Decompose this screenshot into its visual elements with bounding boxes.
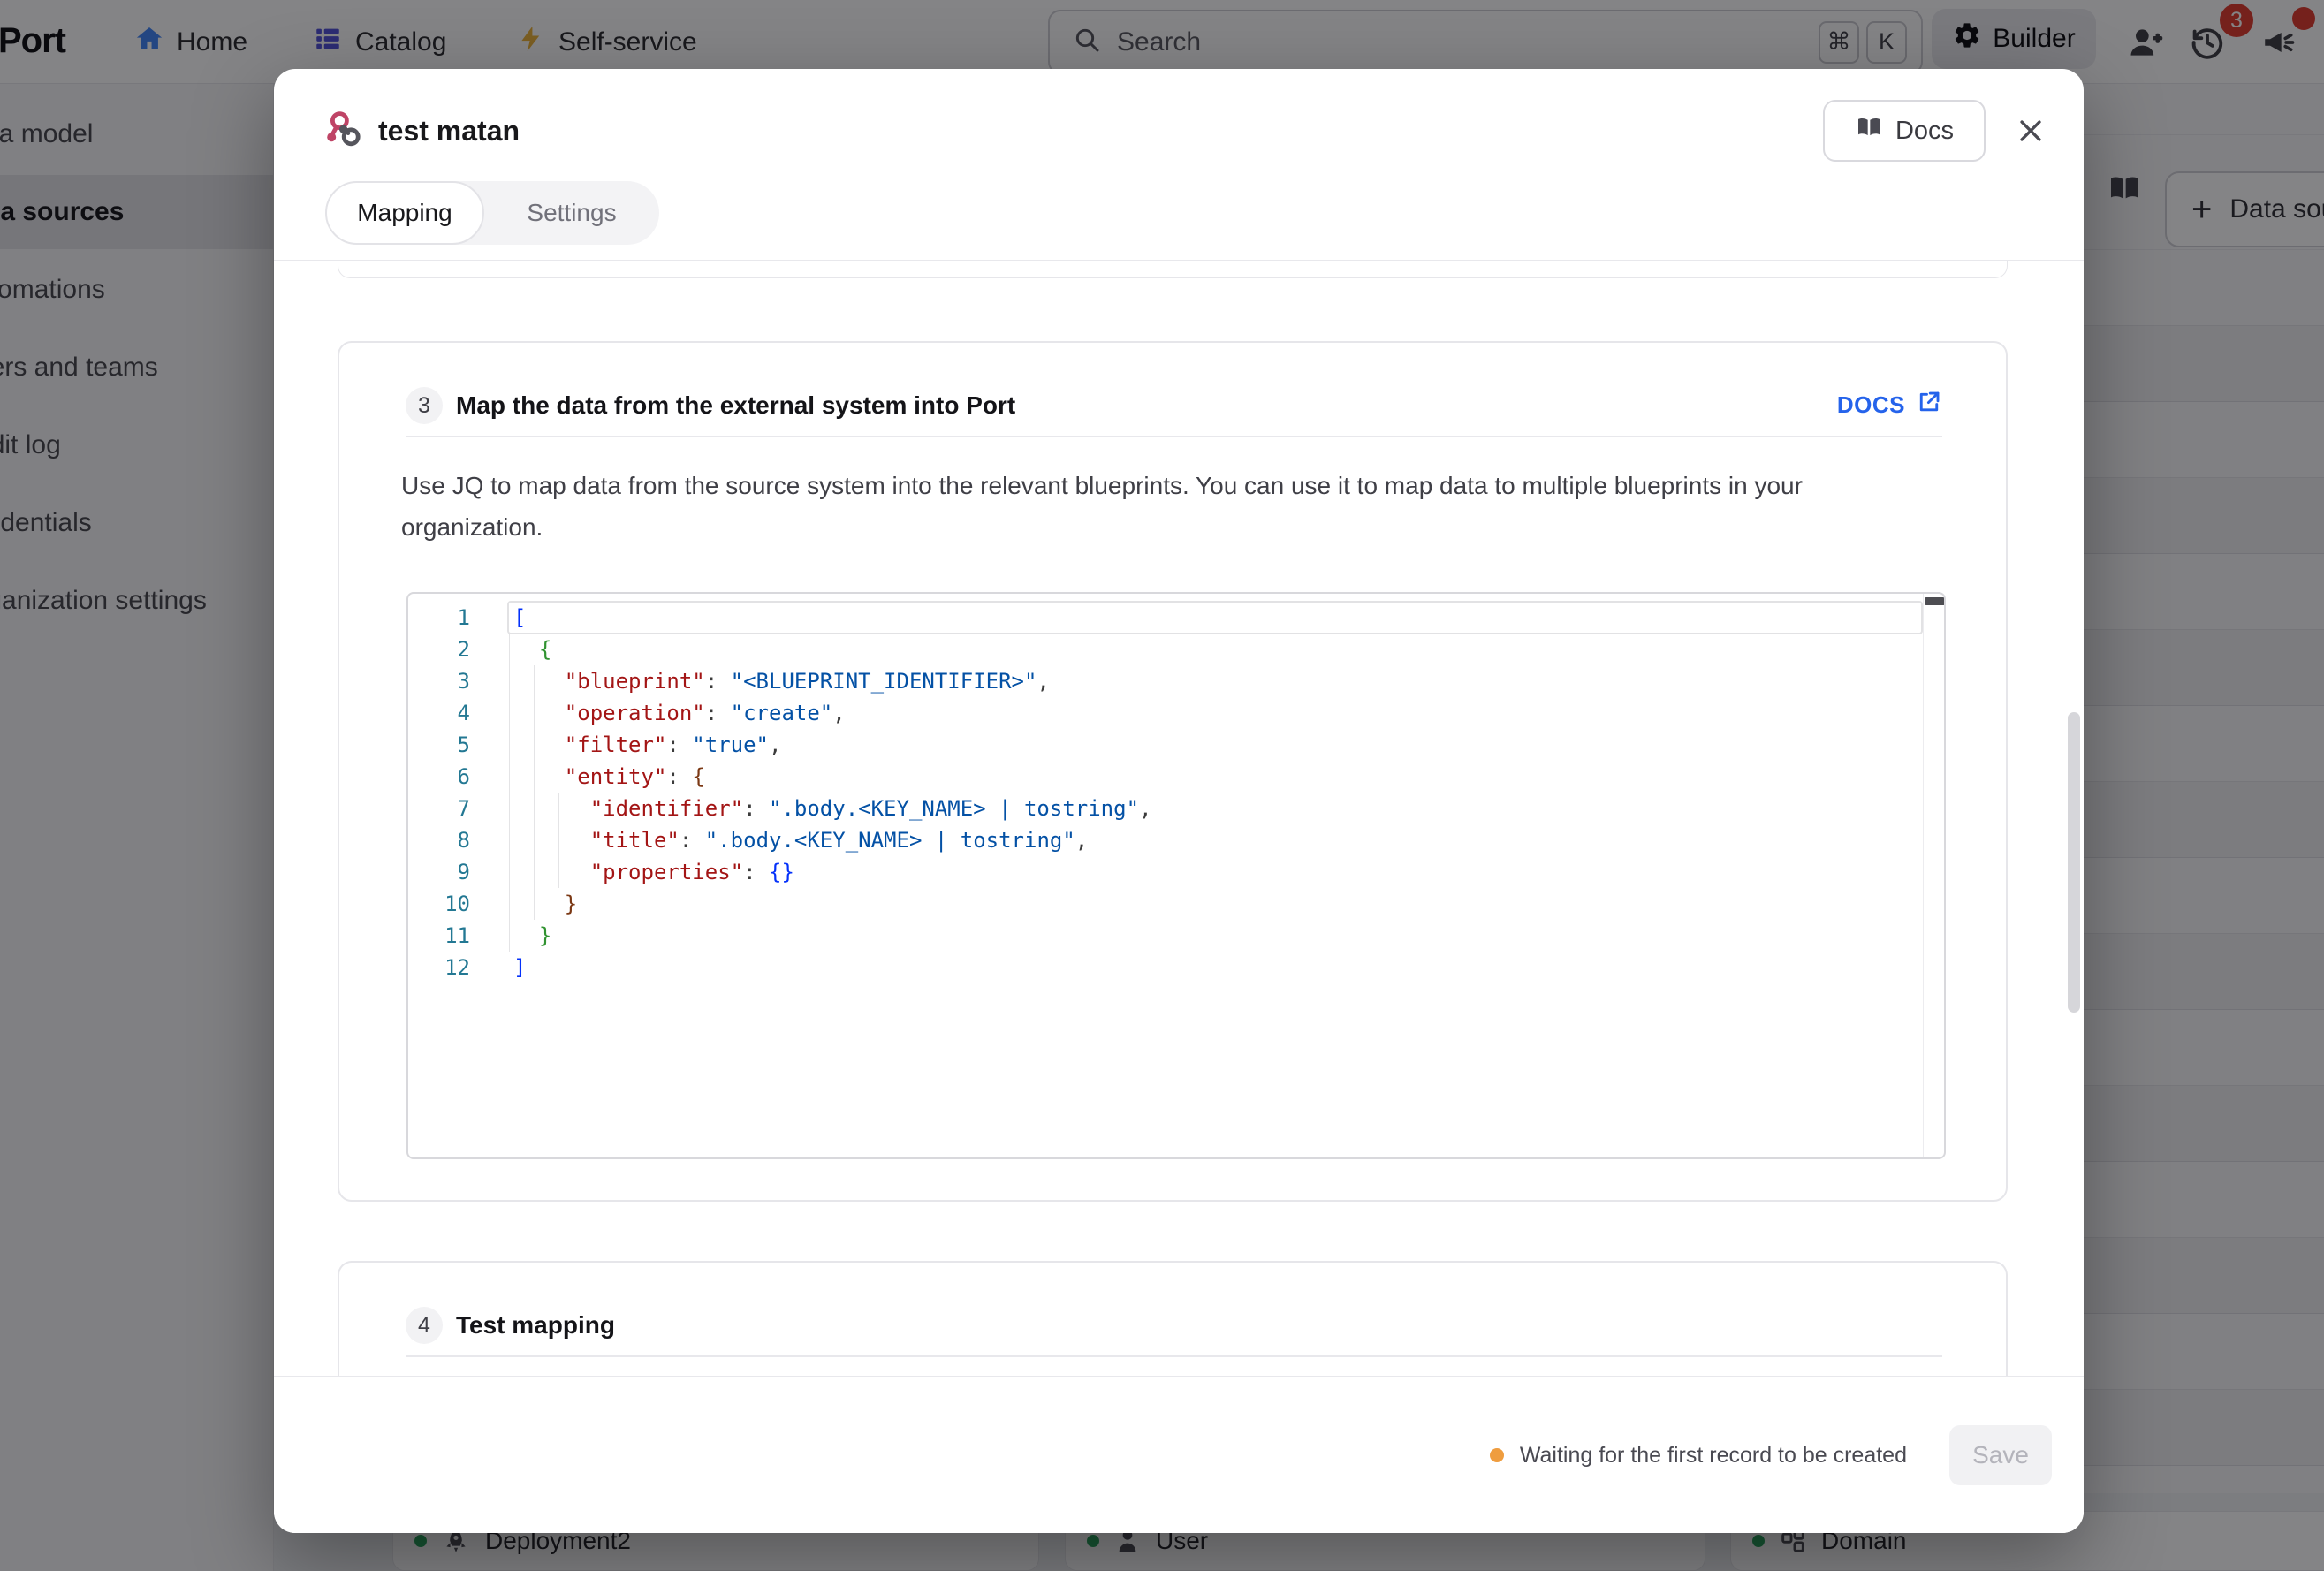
code-line-7: "identifier": ".body.<KEY_NAME> | tostri… [513,793,1918,824]
docs-link-label: DOCS [1837,391,1905,419]
line-number: 4 [408,697,486,729]
previous-section-card-edge [338,261,2008,278]
section-title: Test mapping [456,1307,615,1344]
jq-mapping-editor[interactable]: 123456789101112 [ { "blueprint": "<BLUEP… [406,592,1946,1159]
close-icon[interactable] [2009,110,2052,152]
tab-settings[interactable]: Settings [484,181,659,245]
editor-scrollbar-thumb[interactable] [1925,597,1945,605]
line-number: 5 [408,729,486,761]
line-number: 6 [408,761,486,793]
modal-tabs: Mapping Settings [325,181,659,245]
code-line-9: "properties": {} [513,856,1918,888]
save-button[interactable]: Save [1949,1425,2052,1485]
webhook-icon [322,108,364,155]
line-number-gutter: 123456789101112 [408,602,486,983]
line-number: 12 [408,952,486,983]
section-divider [406,436,1942,437]
code-line-4: "operation": "create", [513,697,1918,729]
step-number-badge: 4 [406,1307,443,1344]
code-line-10: } [513,888,1918,920]
indent-guide [509,634,510,952]
app-root: Port Home Catalog Self-service [0,0,2324,1571]
book-icon [1855,113,1883,148]
external-link-icon [1916,389,1942,421]
tab-mapping[interactable]: Mapping [325,181,484,245]
step-number-badge: 3 [406,387,443,424]
code-line-1: [ [513,602,1918,634]
section-description: Use JQ to map data from the source syste… [401,465,1930,548]
editor-scrollbar-track [1923,594,1924,1157]
data-source-modal: test matan Docs Mapping Settings 3 Map t… [274,69,2084,1533]
section-test-mapping-card: 4 Test mapping [338,1261,2008,1377]
code-line-5: "filter": "true", [513,729,1918,761]
status-text: Waiting for the first record to be creat… [1520,1443,1907,1469]
modal-footer: Waiting for the first record to be creat… [274,1376,2084,1533]
line-number: 7 [408,793,486,824]
line-number: 10 [408,888,486,920]
code-line-11: } [513,920,1918,952]
line-number: 8 [408,824,486,856]
line-number: 9 [408,856,486,888]
line-number: 11 [408,920,486,952]
status-message: Waiting for the first record to be creat… [1490,1443,1907,1469]
code-line-12: ] [513,952,1918,983]
modal-title: test matan [378,115,520,148]
code-content[interactable]: [ { "blueprint": "<BLUEPRINT_IDENTIFIER>… [513,602,1918,983]
line-number: 2 [408,634,486,665]
line-number: 3 [408,665,486,697]
modal-scrollbar-thumb[interactable] [2068,712,2080,1013]
code-line-3: "blueprint": "<BLUEPRINT_IDENTIFIER>", [513,665,1918,697]
docs-link[interactable]: DOCS [1837,389,1942,421]
code-line-8: "title": ".body.<KEY_NAME> | tostring", [513,824,1918,856]
code-line-6: "entity": { [513,761,1918,793]
section-title: Map the data from the external system in… [456,387,1015,424]
section-divider [406,1355,1942,1357]
docs-button-label: Docs [1895,117,1954,146]
section-map-data-card: 3 Map the data from the external system … [338,341,2008,1202]
code-line-2: { [513,634,1918,665]
waiting-status-dot [1490,1448,1504,1462]
line-number: 1 [408,602,486,634]
docs-button[interactable]: Docs [1823,100,1986,162]
